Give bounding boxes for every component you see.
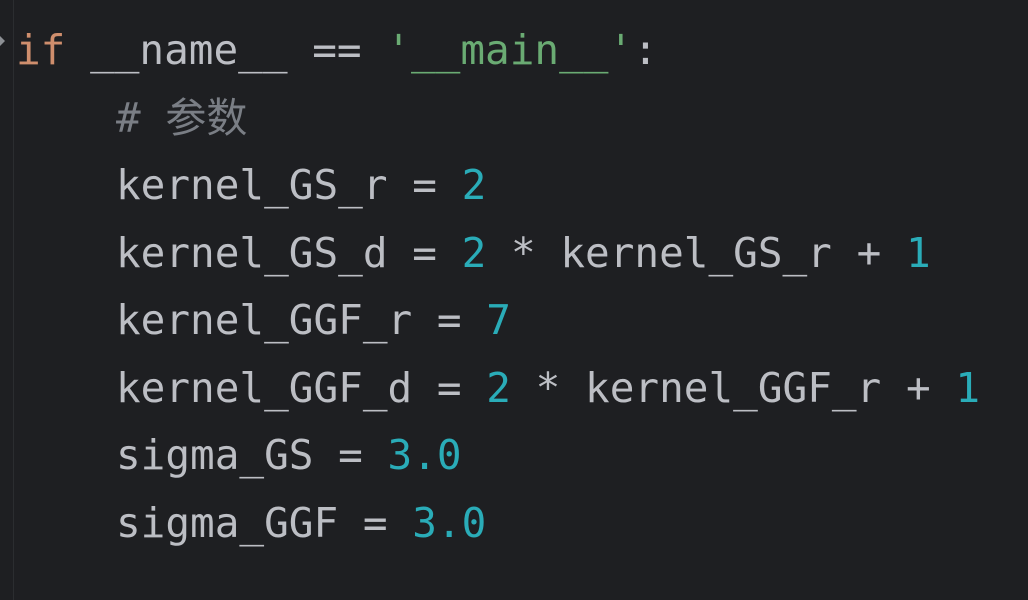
plus-operator: +	[905, 363, 931, 412]
fold-arrow-icon[interactable]	[0, 36, 5, 46]
assign-operator: =	[436, 363, 462, 412]
number-literal: 2	[486, 363, 511, 412]
assign-operator: =	[436, 296, 462, 344]
code-editor[interactable]: if __name__ == '__main__': # 参数 kernel_G…	[0, 0, 1028, 600]
variable-name: kernel_GS_d	[116, 228, 388, 277]
assign-operator: =	[412, 161, 437, 209]
assign-operator: =	[362, 498, 388, 547]
number-literal: 7	[486, 296, 511, 344]
number-literal: 1	[905, 228, 931, 277]
code-line-4[interactable]: kernel_GS_d = 2 * kernel_GS_r + 1	[16, 220, 980, 288]
assign-operator: =	[412, 228, 437, 277]
colon: :	[633, 26, 658, 74]
multiply-operator: *	[535, 363, 561, 412]
keyword-if: if	[16, 26, 66, 74]
comment-text: 参数	[165, 93, 248, 142]
number-literal: 1	[955, 363, 980, 412]
code-line-2[interactable]: # 参数	[16, 85, 980, 153]
variable-reference: kernel_GS_r	[560, 228, 832, 277]
comment-hash: #	[116, 93, 141, 142]
assign-operator: =	[338, 431, 363, 479]
variable-name: kernel_GS_r	[116, 161, 388, 209]
variable-reference: kernel_GGF_r	[585, 363, 882, 412]
code-line-1[interactable]: if __name__ == '__main__':	[16, 17, 980, 85]
variable-name: kernel_GGF_r	[116, 296, 413, 344]
code-line-8[interactable]: sigma_GGF = 3.0	[16, 490, 980, 558]
code-area[interactable]: if __name__ == '__main__': # 参数 kernel_G…	[16, 17, 980, 557]
variable-name: kernel_GGF_d	[116, 363, 413, 412]
identifier-name: __name__	[90, 26, 288, 74]
code-line-6[interactable]: kernel_GGF_d = 2 * kernel_GGF_r + 1	[16, 355, 980, 423]
number-literal: 2	[461, 228, 487, 277]
editor-gutter	[0, 0, 14, 600]
multiply-operator: *	[510, 228, 536, 277]
operator-eq: ==	[312, 26, 362, 74]
string-main: '__main__'	[386, 26, 634, 74]
variable-name: sigma_GGF	[116, 498, 339, 547]
variable-name: sigma_GS	[116, 431, 314, 479]
number-literal: 2	[461, 161, 487, 209]
code-line-5[interactable]: kernel_GGF_r = 7	[16, 287, 980, 355]
plus-operator: +	[856, 228, 882, 277]
number-literal: 3.0	[387, 431, 462, 479]
number-literal: 3.0	[412, 498, 487, 547]
code-line-3[interactable]: kernel_GS_r = 2	[16, 152, 980, 220]
code-line-7[interactable]: sigma_GS = 3.0	[16, 422, 980, 490]
